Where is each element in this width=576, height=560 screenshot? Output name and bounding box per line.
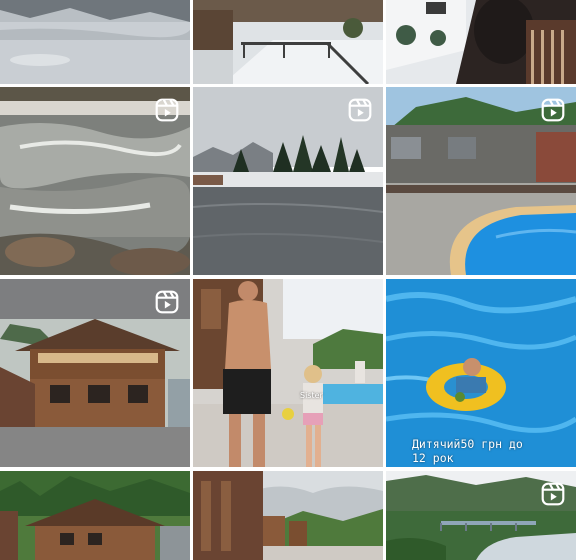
post-tile-family-pool[interactable]: Sister (193, 279, 383, 467)
post-tile-cabins-mountains[interactable] (193, 471, 383, 560)
family-pool-photo (193, 279, 383, 467)
reel-icon (348, 98, 372, 122)
snowy-resort-photo (193, 0, 383, 84)
post-caption: Дитячий50 грн до 12 рок (412, 437, 523, 465)
reel-icon (541, 98, 565, 122)
snowy-balcony-photo (386, 0, 576, 84)
snowy-lake-photo (0, 0, 190, 84)
chalets-forest-photo (0, 471, 190, 560)
reel-icon (155, 98, 179, 122)
post-tile-outdoor-pool[interactable] (386, 87, 576, 275)
cabins-mountains-photo (193, 471, 383, 560)
post-tile-snowy-balcony[interactable] (386, 0, 576, 84)
caption-line-price: Дитячий50 грн до (412, 437, 523, 451)
post-tile-child-pool-ring[interactable]: Дитячий50 грн до 12 рок (386, 279, 576, 467)
post-tile-wooden-chalet[interactable] (0, 279, 190, 467)
caption-line-age: 12 рок (412, 451, 454, 465)
post-tile-snowy-resort-path[interactable] (193, 0, 383, 84)
post-tile-chalets-forest[interactable] (0, 471, 190, 560)
person-tag-label: Sister (300, 391, 323, 400)
reel-icon (155, 290, 179, 314)
reel-icon (541, 482, 565, 506)
posts-grid: Sister Дитячий50 грн до 12 рок (0, 0, 576, 560)
post-tile-mountain-river[interactable] (0, 87, 190, 275)
post-tile-valley-river[interactable] (386, 471, 576, 560)
post-tile-snowy-lake[interactable] (0, 0, 190, 84)
post-tile-winter-lake[interactable] (193, 87, 383, 275)
